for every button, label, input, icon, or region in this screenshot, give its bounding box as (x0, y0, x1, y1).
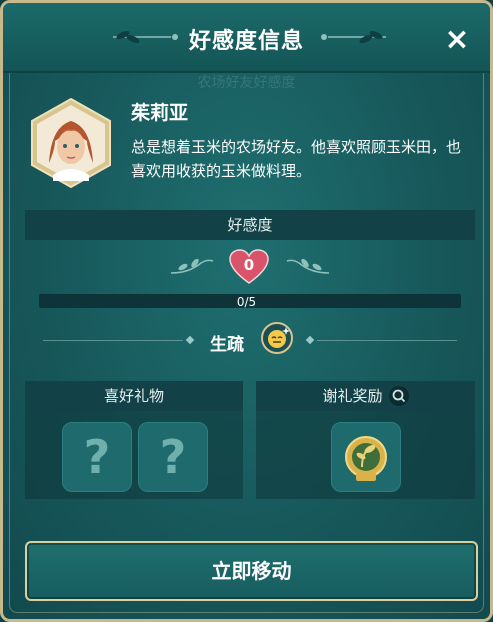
divider-right (317, 340, 457, 341)
close-icon[interactable]: × (442, 25, 472, 55)
right-vine-ornament-icon (286, 258, 330, 274)
npc-avatar (31, 97, 111, 189)
reward-header: 谢礼奖励 (256, 381, 475, 411)
affection-header: 好感度 (25, 210, 475, 240)
left-vine-ornament-icon (170, 258, 214, 274)
affection-progress-text: 0/5 (236, 295, 257, 309)
reward-slot[interactable] (331, 422, 401, 492)
diamond-right-icon (305, 335, 315, 345)
gift-slot-2[interactable]: ? (138, 422, 208, 492)
panel-title: 好感度信息 (188, 29, 304, 54)
relationship-status: 生疏 (210, 335, 244, 355)
search-icon[interactable] (388, 385, 409, 406)
npc-description: 总是想着玉米的农场好友。他喜欢照顾玉米田，也喜欢用收获的玉米做料理。 (131, 138, 462, 180)
panel-header: 好感度信息 × (3, 3, 490, 73)
gift-section-bg (25, 411, 243, 499)
golden-seed-icon (345, 436, 387, 481)
background-watermark: 农场好友好感度 (197, 75, 296, 91)
gift-slot-1[interactable]: ? (62, 422, 132, 492)
divider-left (43, 340, 183, 341)
reward-header-label: 谢礼奖励 (322, 387, 383, 405)
npc-name: 茱莉亚 (131, 102, 189, 124)
affection-panel: 好感度信息 × 农场好友好感度 茱莉亚 总是想着玉米的农场好友。他喜欢照顾玉米田… (0, 0, 493, 622)
relationship-emoji-icon (261, 322, 293, 354)
diamond-left-icon (185, 335, 195, 345)
affection-level: 0 (243, 256, 255, 274)
move-now-button[interactable]: 立即移动 (25, 541, 478, 601)
right-leaf-ornament-icon (321, 30, 386, 44)
favorite-gifts-header: 喜好礼物 (25, 381, 243, 411)
